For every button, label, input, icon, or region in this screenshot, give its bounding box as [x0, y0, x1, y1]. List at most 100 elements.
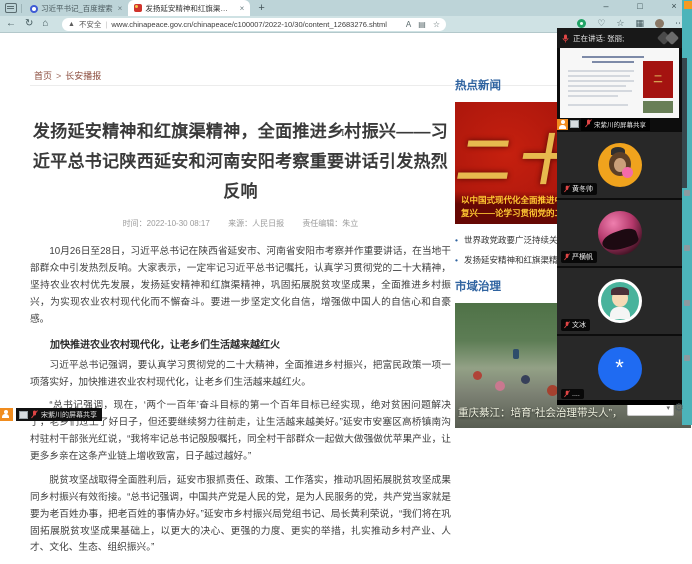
- address-bar[interactable]: ▲ 不安全 | www.chinapeace.gov.cn/chinapeace…: [62, 18, 446, 31]
- photo-figure: [513, 349, 519, 359]
- ssl-warning-icon: ▲: [68, 21, 75, 28]
- back-icon[interactable]: ←: [6, 18, 16, 29]
- settings-gear-icon[interactable]: ⚙: [674, 401, 684, 414]
- tab-title: 发扬延安精神和红旗渠精神，全: [145, 3, 234, 14]
- scrollbar-nub[interactable]: [684, 355, 690, 361]
- share-badge-label: 宋紫川的屏幕共享: [41, 410, 97, 420]
- participant-tile[interactable]: 严横帆: [557, 200, 682, 266]
- article-meta: 时间：2022-10-30 08:17 来源：人民日报 责任编辑：朱立: [30, 218, 451, 229]
- thumb-text-line: [568, 85, 626, 87]
- breadcrumb-section-link[interactable]: 长安播报: [65, 71, 101, 81]
- translate-icon[interactable]: ▤: [418, 20, 426, 29]
- share-source-row: 宋紫川的屏幕共享: [557, 118, 682, 130]
- extension-icon[interactable]: [577, 19, 586, 28]
- presenter-icon: [0, 408, 13, 421]
- article: 发扬延安精神和红旗渠精神，全面推进乡村振兴——习近平总书记陕西延安和河南安阳考察…: [30, 117, 451, 564]
- speaking-banner: 正在讲话: 张丽;: [557, 28, 682, 48]
- participant-tile[interactable]: 黄冬帅: [557, 132, 682, 198]
- shared-window-icon: [19, 411, 28, 419]
- article-title: 发扬延安精神和红旗渠精神，全面推进乡村振兴——习近平总书记陕西延安和河南安阳考察…: [30, 117, 451, 206]
- address-divider: |: [105, 20, 107, 29]
- profile-avatar[interactable]: [655, 19, 664, 28]
- article-paragraph: 习近平总书记强调，要认真学习贯彻党的二十大精神，全面推进乡村振兴，把富民政策一项…: [30, 358, 451, 392]
- tab-title: 习近平书记_百度搜索: [41, 3, 113, 14]
- participant-tile[interactable]: * ....: [557, 336, 682, 402]
- home-icon[interactable]: ⌂: [42, 18, 48, 29]
- mic-muted-icon: [564, 185, 570, 193]
- thumb-title-line: [592, 61, 634, 63]
- screen-share-thumbnail[interactable]: 二: [560, 48, 679, 118]
- avatar: [598, 279, 642, 323]
- thumb-text-line: [568, 75, 630, 77]
- participant-name-chip: 文冰: [561, 319, 590, 331]
- photo-figure: [473, 371, 482, 380]
- avatar: [598, 211, 642, 255]
- security-label: 不安全: [79, 19, 102, 30]
- thumb-text-line: [568, 80, 634, 82]
- breadcrumb-home-link[interactable]: 首页: [34, 71, 52, 81]
- tab-article-active[interactable]: 发扬延安精神和红旗渠精神，全 ×: [128, 0, 250, 16]
- recording-indicator: [684, 1, 692, 9]
- breadcrumb-separator: >: [56, 71, 61, 81]
- scrollbar-nub[interactable]: [684, 190, 690, 196]
- presenter-icon: [557, 119, 568, 130]
- scrollbar-nub[interactable]: [684, 300, 690, 306]
- shared-window-icon: [570, 120, 579, 128]
- governance-photo-caption: 重庆綦江：培育“社会治理带头人”，: [458, 405, 623, 420]
- participant-name: 文冰: [572, 320, 586, 330]
- thumb-text-line: [568, 70, 634, 72]
- text-cursor: I: [341, 129, 345, 139]
- participant-name-chip: 严横帆: [561, 251, 597, 263]
- thumb-text-line: [568, 90, 632, 92]
- flag-favicon: [134, 4, 142, 12]
- scrollbar-nub[interactable]: [684, 245, 690, 251]
- thumb-photo: [643, 101, 673, 113]
- favorite-star-icon[interactable]: ☆: [433, 20, 440, 29]
- refresh-icon[interactable]: ↻: [25, 18, 33, 29]
- tab-actions-icon[interactable]: [5, 3, 17, 13]
- read-aloud-icon[interactable]: A: [406, 20, 411, 29]
- browser-tab-bar: 习近平书记_百度搜索 × 发扬延安精神和红旗渠精神，全 × + – □ ×: [0, 0, 692, 16]
- article-subheading: 加快推进农业农村现代化，让老乡们生活越来越红火: [30, 336, 451, 351]
- star-avatar-icon: *: [615, 357, 624, 379]
- screen-share-indicator[interactable]: 宋紫川的屏幕共享: [0, 408, 102, 421]
- window-maximize-button[interactable]: □: [634, 1, 646, 11]
- window-minimize-button[interactable]: –: [600, 1, 612, 11]
- window-close-button[interactable]: ×: [668, 1, 680, 11]
- tab-separator: [21, 4, 22, 13]
- mic-active-icon: [562, 34, 569, 43]
- photo-figure: [495, 381, 505, 391]
- breadcrumb: 首页 > 长安播报: [34, 69, 101, 82]
- avatar: *: [598, 347, 642, 391]
- tab-baidu-search[interactable]: 习近平书记_百度搜索 ×: [24, 1, 128, 16]
- side-window-edge: [682, 0, 692, 425]
- participant-name-chip: 黄冬帅: [561, 183, 597, 195]
- mic-muted-icon: [564, 253, 570, 261]
- participant-name-chip: ....: [561, 389, 584, 399]
- thumb-text-line: [568, 104, 628, 106]
- tab-close-icon[interactable]: ×: [240, 4, 245, 13]
- mic-muted-icon: [31, 410, 38, 419]
- baidu-favicon: [30, 5, 38, 13]
- meeting-panel: 正在讲话: 张丽; 二 宋紫川的屏幕共享: [557, 28, 682, 405]
- share-badge-label: 宋紫川的屏幕共享: [594, 119, 646, 129]
- mic-muted-icon: [564, 321, 570, 329]
- speaking-label: 正在讲话: 张丽;: [573, 33, 655, 44]
- mic-muted-icon: [585, 119, 592, 128]
- article-source: 来源：人民日报: [228, 219, 284, 228]
- photo-figure: [521, 375, 530, 384]
- new-tab-button[interactable]: +: [258, 2, 264, 14]
- article-paragraph: 10月26日至28日，习近平总书记在陕西省延安市、河南省安阳市考察并作重要讲话，…: [30, 244, 451, 328]
- article-editor: 责任编辑：朱立: [302, 219, 358, 228]
- window-edge-shadow: [682, 58, 687, 188]
- article-paragraph: 脱贫攻坚战取得全面胜利后，延安市狠抓责任、政策、工作落实，推动巩固拓展脱贫攻坚成…: [30, 473, 451, 557]
- tab-close-icon[interactable]: ×: [118, 4, 123, 13]
- participant-tile[interactable]: 文冰: [557, 268, 682, 334]
- article-time: 时间：2022-10-30 08:17: [123, 219, 210, 228]
- thumb-title-line: [582, 56, 644, 58]
- url-text[interactable]: www.chinapeace.gov.cn/chinapeace/c100007…: [111, 20, 402, 29]
- panel-footer: [557, 400, 682, 405]
- chevron-down-icon: ▾: [666, 404, 670, 412]
- thumb-text-line: [568, 95, 618, 97]
- avatar: [598, 143, 642, 187]
